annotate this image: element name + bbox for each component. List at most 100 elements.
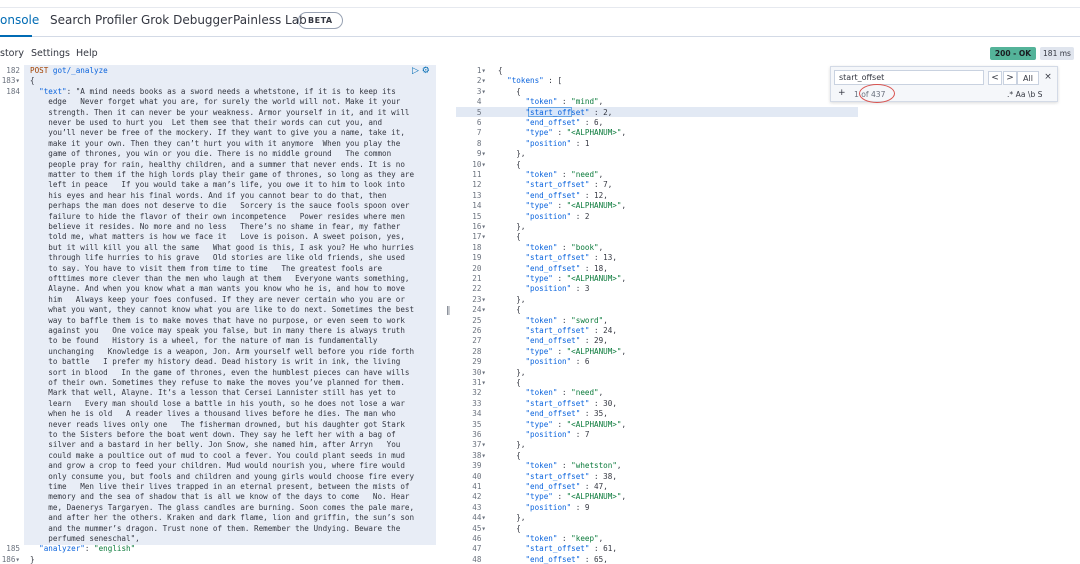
- response-line: "start_offset" : 13,: [525, 253, 617, 263]
- request-line: way to baffle them is to make moves that…: [30, 315, 405, 325]
- response-line-number: 13: [472, 190, 486, 200]
- request-line: told me, what matters is how we face it …: [30, 232, 405, 242]
- request-line: POST got/_analyze: [30, 66, 108, 75]
- response-editor[interactable]: 1▾{2▾ "tokens" : [3▾ {4 "token" : "mind"…: [456, 65, 1080, 564]
- response-line: "start_offset" : 38,: [525, 471, 617, 481]
- find-next-button[interactable]: >: [1003, 71, 1017, 85]
- response-line-number: 5: [476, 107, 486, 117]
- response-line-number: 29: [472, 357, 486, 367]
- response-line-number: 18: [472, 242, 486, 252]
- request-line: believe it resides. No more and no less …: [30, 222, 401, 231]
- request-line: time Men live their lives trapped in an …: [30, 482, 410, 491]
- find-input[interactable]: [834, 70, 984, 85]
- response-line: "token" : "keep",: [525, 534, 604, 543]
- response-line: },: [516, 149, 526, 159]
- response-line: },: [516, 513, 526, 523]
- response-line-number: 39: [472, 461, 486, 471]
- response-line: {: [516, 305, 521, 315]
- response-line: "type" : "<ALPHANUM>",: [525, 128, 627, 138]
- request-line: perfumed seneschal",: [30, 534, 140, 543]
- request-line: of their own. Sometimes they refuse to m…: [30, 378, 405, 387]
- response-line-number: 3▾: [476, 86, 486, 96]
- request-line: could make a poultice out of mud to cool…: [30, 450, 405, 460]
- request-line: but it will kill you all the same What g…: [30, 242, 415, 252]
- close-icon[interactable]: ×: [1042, 71, 1054, 85]
- request-line: edge Never forget what you are, for sure…: [30, 97, 401, 107]
- response-line-number: 10▾: [472, 159, 486, 169]
- response-line-number: 26: [472, 326, 486, 335]
- request-line: }: [30, 554, 35, 564]
- request-line: memory and the sea of shadow that is all…: [30, 492, 410, 502]
- response-line: {: [516, 523, 521, 533]
- request-line: unchanging Knowledge is a weapon, Jon. A…: [30, 346, 415, 356]
- request-line: never be used to hurt you Let them see t…: [30, 118, 383, 127]
- response-line-number: 27: [472, 336, 486, 346]
- active-tab-indicator: [0, 35, 32, 37]
- response-line-number: 22: [472, 284, 486, 294]
- request-line: Alayne. And when you know what a man wan…: [30, 284, 405, 294]
- response-line: },: [516, 222, 526, 231]
- request-line: sort in blood In the game of thrones, ev…: [30, 367, 410, 377]
- response-line: "start_offset" : 7,: [525, 180, 613, 190]
- tab-painless-lab[interactable]: Painless Lab: [233, 13, 307, 27]
- request-line: perhaps the man does not deserve to die …: [30, 201, 410, 211]
- play-icon[interactable]: ▷: [412, 66, 419, 76]
- request-line: never reads lives only one The fisherman…: [30, 419, 405, 429]
- menu-settings[interactable]: Settings: [31, 48, 70, 59]
- request-line-number: 183▾: [1, 76, 20, 86]
- response-line-number: 48: [472, 554, 486, 564]
- response-line-number: 46: [472, 534, 486, 543]
- response-line-number: 45▾: [472, 523, 486, 533]
- tab-console[interactable]: onsole: [0, 13, 39, 27]
- response-line: "position" : 9: [525, 502, 590, 512]
- find-prev-button[interactable]: <: [988, 71, 1002, 85]
- request-line: his eyes and hear his final words. And i…: [30, 190, 387, 200]
- response-line-number: 25: [472, 315, 486, 325]
- tab-grok-debugger[interactable]: Grok Debugger: [141, 13, 232, 27]
- response-line: "position" : 7: [525, 430, 590, 439]
- response-line: {: [516, 378, 521, 387]
- menu-history[interactable]: story: [0, 48, 24, 59]
- request-line-number: 185: [6, 544, 20, 554]
- replace-toggle-button[interactable]: +: [838, 88, 846, 98]
- response-line-number: 34: [472, 409, 486, 419]
- tab-search-profiler[interactable]: Search Profiler: [50, 13, 137, 27]
- request-line: strength. Then it can never be your weak…: [30, 107, 410, 117]
- response-line: "position" : 1: [525, 138, 590, 148]
- response-line-number: 20: [472, 263, 486, 273]
- menu-help[interactable]: Help: [76, 48, 98, 59]
- response-line: "end_offset" : 29,: [525, 336, 608, 346]
- response-line-number: 40: [472, 471, 486, 481]
- response-line: {: [516, 450, 521, 460]
- response-line: "end_offset" : 47,: [525, 482, 608, 491]
- response-line-number: 19: [472, 253, 486, 263]
- request-line: to battle I prefer my history dead. Dead…: [30, 357, 401, 367]
- response-line-number: 28: [472, 346, 486, 356]
- response-line-number: 31▾: [472, 378, 486, 387]
- response-line: "type" : "<ALPHANUM>",: [525, 274, 627, 283]
- find-options[interactable]: .* Aa \b S: [1007, 90, 1043, 99]
- request-line-number: 182: [6, 66, 20, 75]
- request-line: to be found History is a wheel, for the …: [30, 336, 378, 346]
- response-line-number: 11: [472, 170, 486, 179]
- response-line: "position" : 3: [525, 284, 590, 294]
- request-line: and grow a crop to feed your children. M…: [30, 461, 405, 471]
- tab-bar: onsole Search Profiler Grok Debugger Pai…: [0, 9, 1080, 37]
- request-line: learn Every man should lose a battle in …: [30, 398, 405, 408]
- response-line: "end_offset" : 18,: [525, 263, 608, 273]
- response-line-number: 7: [476, 128, 486, 138]
- wrench-icon[interactable]: ⚙: [422, 66, 430, 76]
- response-line: },: [516, 294, 526, 304]
- response-line-number: 37▾: [472, 440, 486, 450]
- response-line-number: 15: [472, 211, 486, 221]
- response-line-number: 17▾: [472, 232, 486, 242]
- response-line: "start_offset" : 24,: [525, 326, 617, 335]
- request-line: silver and a bastard in her belly. Jon S…: [30, 440, 401, 450]
- beta-badge: BETA: [298, 12, 343, 29]
- response-line-number: 16▾: [472, 222, 486, 231]
- request-editor[interactable]: 182 POST got/_analyze 183▾ {184 "text": "A …: [0, 65, 436, 564]
- resize-handle-icon[interactable]: ‖: [446, 306, 451, 316]
- response-line-number: 9▾: [476, 149, 486, 159]
- find-all-button[interactable]: All: [1017, 71, 1039, 85]
- request-line-number: 186▾: [1, 554, 20, 564]
